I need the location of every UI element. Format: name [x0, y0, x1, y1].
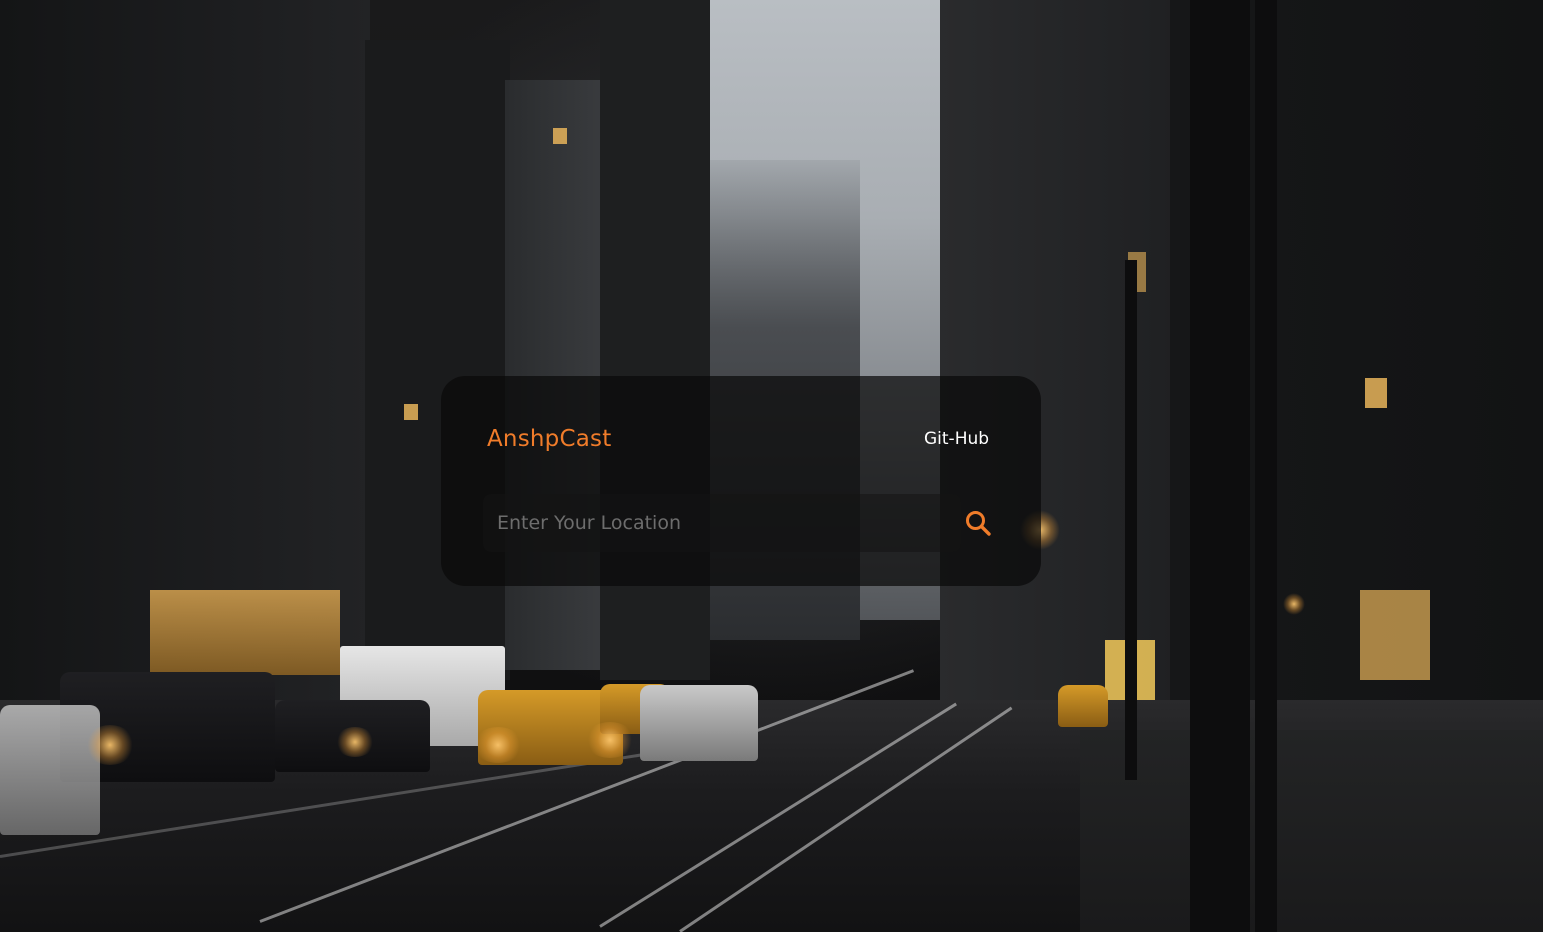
street-lamp — [1283, 593, 1305, 615]
car — [0, 705, 100, 835]
lit-storefront — [150, 590, 340, 675]
lit-window — [1365, 378, 1387, 408]
sidewalk — [1080, 730, 1543, 932]
headlight — [585, 722, 635, 758]
search-button[interactable] — [951, 499, 1005, 547]
weather-search-card: AnshpCast Git-Hub — [441, 376, 1041, 586]
lit-window — [553, 128, 567, 144]
brand-logo: AnshpCast — [487, 426, 612, 452]
github-link[interactable]: Git-Hub — [924, 429, 989, 449]
building-right — [940, 0, 1180, 720]
lamp-pole — [1125, 260, 1137, 780]
taxi — [1058, 685, 1108, 727]
lit-storefront-right — [1360, 590, 1430, 680]
pole-near — [1255, 0, 1277, 932]
location-search-input[interactable] — [483, 494, 961, 552]
search-icon — [966, 511, 991, 536]
headlight — [335, 727, 375, 757]
sedan — [640, 685, 758, 761]
headlight — [473, 727, 523, 763]
lit-window — [404, 404, 418, 420]
headlight — [85, 725, 135, 765]
pole-near — [1190, 0, 1250, 932]
